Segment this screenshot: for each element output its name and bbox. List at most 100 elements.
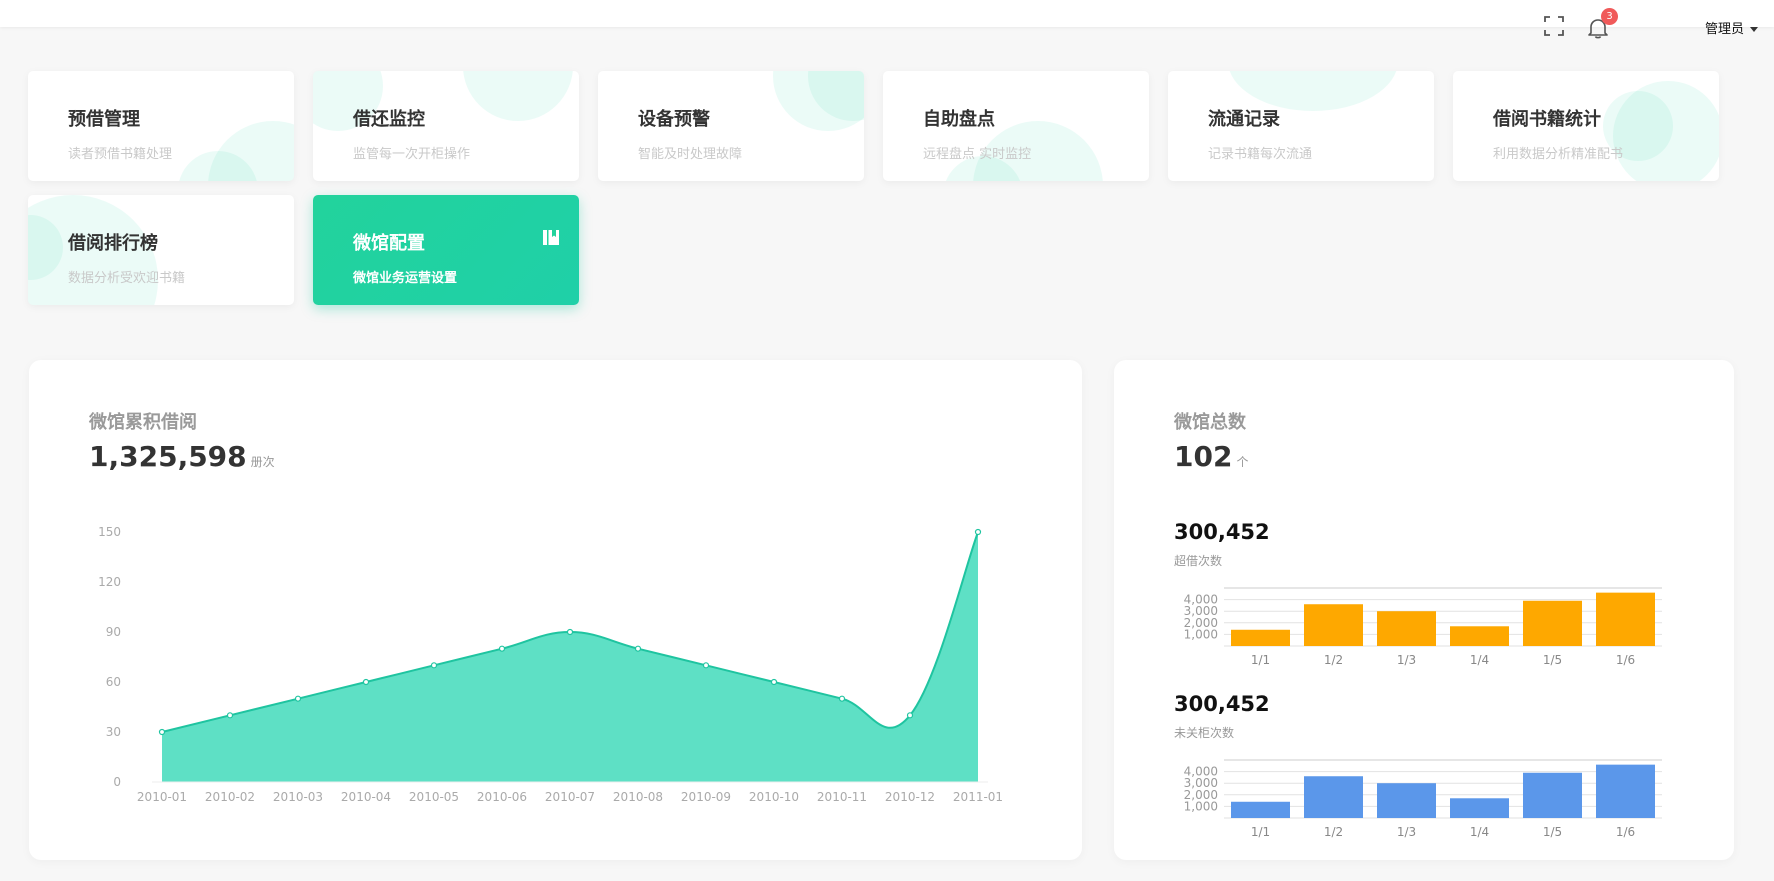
bar (1377, 783, 1436, 818)
module-title: 预借管理 (68, 109, 140, 130)
module-desc: 记录书籍每次流通 (1208, 147, 1313, 162)
bar (1304, 776, 1363, 818)
x-tick-label: 1/1 (1251, 825, 1270, 839)
data-point (702, 662, 710, 669)
book-icon (543, 230, 559, 245)
y-tick-label: 60 (106, 675, 121, 689)
y-tick-label: 0 (113, 775, 121, 789)
x-tick-label: 2010-06 (477, 790, 527, 804)
module-card-book-statistics[interactable]: 借阅书籍统计 利用数据分析精准配书 (1453, 71, 1719, 181)
module-title: 设备预警 (638, 109, 710, 130)
x-tick-label: 1/2 (1324, 653, 1343, 667)
y-tick-label: 30 (106, 725, 121, 739)
panel-title: 微馆总数 (1174, 412, 1246, 433)
data-point (226, 712, 234, 719)
unit-label: 个 (1236, 455, 1249, 469)
data-point (770, 678, 778, 686)
module-card-circulation-record[interactable]: 流通记录 记录书籍每次流通 (1168, 71, 1434, 181)
x-tick-label: 2010-05 (409, 790, 459, 804)
x-tick-label: 2010-12 (885, 790, 935, 804)
data-point (566, 628, 574, 636)
module-desc: 利用数据分析精准配书 (1493, 147, 1624, 162)
module-card-self-inventory[interactable]: 自助盘点 远程盘点 实时监控 (883, 71, 1149, 181)
cumulative-borrow-panel: 微馆累积借阅 1,325,598 册次 0 30 60 90 120 150 2010-01 2… (29, 360, 1082, 860)
x-tick-label: 2010-10 (749, 790, 799, 804)
module-desc: 微馆业务运营设置 (353, 271, 458, 286)
module-title: 微馆配置 (353, 233, 425, 254)
bar (1450, 626, 1509, 646)
x-tick-label: 2010-07 (545, 790, 595, 804)
user-menu[interactable]: 管理员 (1705, 18, 1759, 37)
data-point (974, 528, 982, 536)
bar (1304, 604, 1363, 646)
module-card-return-monitor[interactable]: 借还监控 监管每一次开柜操作 (313, 71, 579, 181)
data-point (838, 695, 846, 702)
y-tick-label: 4,000 (1184, 765, 1218, 779)
data-point (498, 645, 506, 652)
y-tick-label: 90 (106, 625, 121, 639)
bar (1377, 611, 1436, 646)
unclosed-bar-chart: 1,0002,0003,0004,0001/1 1/2 1/3 1/4 1/5 1/6 (1184, 759, 1662, 839)
borrow-area-chart: 0 30 60 90 120 150 2010-01 2010-02 2010-03 2010-0… (98, 525, 1003, 804)
bar (1523, 600, 1582, 646)
module-desc: 监管每一次开柜操作 (353, 147, 471, 162)
x-tick-label: 1/3 (1397, 653, 1416, 667)
bar (1596, 764, 1655, 818)
x-tick-label: 1/3 (1397, 825, 1416, 839)
bar (1231, 629, 1290, 646)
x-tick-label: 1/5 (1543, 825, 1562, 839)
bar (1596, 592, 1655, 646)
x-tick-label: 2010-11 (817, 790, 867, 804)
module-card-ranking[interactable]: 借阅排行榜 数据分析受欢迎书籍 (28, 195, 294, 305)
fullscreen-icon[interactable] (1544, 16, 1564, 36)
module-title: 借还监控 (353, 109, 425, 130)
x-tick-label: 2010-08 (613, 790, 663, 804)
x-tick-label: 2010-03 (273, 790, 323, 804)
x-tick-label: 2010-04 (341, 790, 391, 804)
overdue-bar-chart: 1,0002,0003,0004,0001/1 1/2 1/3 1/4 1/5 1/6 (1184, 587, 1662, 667)
module-card-library-config[interactable]: 微馆配置 微馆业务运营设置 (313, 195, 579, 305)
notification-badge: 3 (1601, 8, 1618, 25)
library-count-value: 102 个 (1174, 440, 1249, 473)
area-fill (162, 532, 978, 782)
module-title: 自助盘点 (923, 109, 995, 130)
x-tick-label: 1/5 (1543, 653, 1562, 667)
library-count-panel: 微馆总数 102 个 300,452 超借次数 1,000 2,000 3,000 4,… (1114, 360, 1734, 860)
x-tick-label: 2010-02 (205, 790, 255, 804)
x-tick-label: 1/6 (1616, 825, 1635, 839)
data-point (362, 678, 370, 686)
x-tick-label: 2010-01 (137, 790, 187, 804)
module-desc: 数据分析受欢迎书籍 (68, 271, 186, 286)
module-title: 借阅排行榜 (68, 233, 158, 254)
x-tick-label: 1/4 (1470, 653, 1489, 667)
caret-down-icon (1750, 27, 1759, 32)
bar (1231, 801, 1290, 818)
module-desc: 智能及时处理故障 (638, 147, 743, 162)
module-desc: 远程盘点 实时监控 (923, 147, 1032, 162)
overdue-count-label: 超借次数 (1174, 554, 1223, 568)
unclosed-count-label: 未关柜次数 (1174, 726, 1235, 740)
x-tick-label: 1/6 (1616, 653, 1635, 667)
data-point (294, 695, 302, 702)
top-bar (0, 0, 1774, 27)
data-point (158, 728, 166, 736)
user-name: 管理员 (1705, 22, 1745, 37)
decor-bubble (463, 71, 573, 121)
x-tick-label: 1/2 (1324, 825, 1343, 839)
y-tick-label: 150 (98, 525, 121, 539)
bar (1450, 798, 1509, 818)
y-tick-label: 4,000 (1184, 593, 1218, 607)
unclosed-count-value: 300,452 (1174, 692, 1270, 716)
module-card-prebooking[interactable]: 预借管理 读者预借书籍处理 (28, 71, 294, 181)
notification-button[interactable]: 3 (1587, 8, 1618, 39)
module-card-device-alert[interactable]: 设备预警 智能及时处理故障 (598, 71, 864, 181)
y-tick-label: 120 (98, 575, 121, 589)
data-point (634, 645, 642, 652)
bar (1523, 772, 1582, 818)
module-desc: 读者预借书籍处理 (68, 147, 173, 162)
x-tick-label: 2011-01 (953, 790, 1003, 804)
overdue-count-value: 300,452 (1174, 520, 1270, 544)
module-title: 借阅书籍统计 (1493, 109, 1601, 130)
data-point (430, 662, 438, 669)
data-point (906, 712, 914, 719)
